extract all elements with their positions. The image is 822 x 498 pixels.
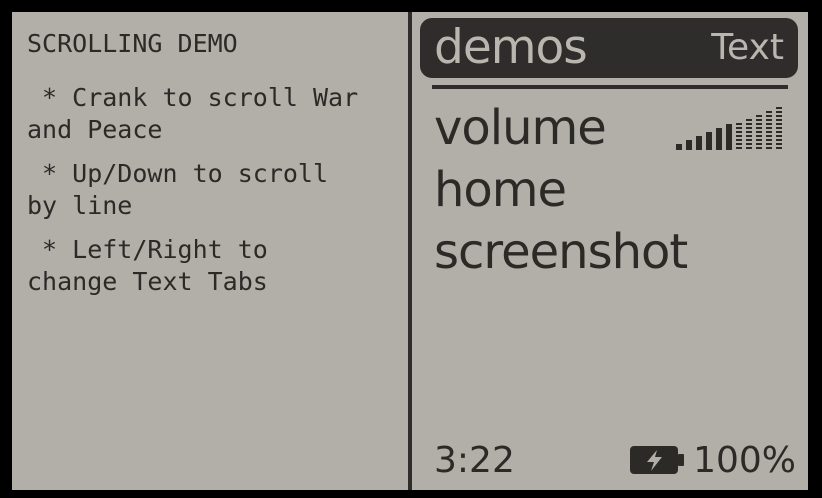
volume-bar-empty (756, 115, 762, 149)
volume-bar-filled (686, 140, 692, 150)
battery-percent: 100% (693, 440, 796, 481)
battery-charging-icon (630, 446, 684, 474)
menu-item-home[interactable]: home (434, 160, 567, 220)
volume-bar-filled (706, 132, 712, 150)
menu-item-screenshot[interactable]: screenshot (434, 222, 688, 282)
volume-bar-filled (676, 144, 682, 150)
volume-bar-filled (726, 124, 732, 150)
demo-line: * Left/Right to (27, 235, 268, 264)
demo-title: SCROLLING DEMO (27, 29, 238, 58)
header-divider (432, 85, 788, 89)
volume-bar-empty (736, 123, 742, 149)
scrolling-demo-pane[interactable]: SCROLLING DEMO * Crank to scroll War and… (12, 12, 408, 490)
device-screen: SCROLLING DEMO * Crank to scroll War and… (12, 12, 808, 490)
volume-bar-empty (766, 111, 772, 149)
volume-bar-empty (746, 119, 752, 149)
menu-header-title: demos (434, 20, 588, 75)
volume-bar-filled (696, 136, 702, 150)
demo-line: by line (27, 191, 133, 220)
system-menu: demos Text volume home screenshot 3:22 1… (412, 12, 808, 490)
demo-line: change Text Tabs (27, 267, 268, 296)
demo-line: * Up/Down to scroll (27, 159, 329, 188)
volume-bar-filled (716, 128, 722, 150)
status-time: 3:22 (434, 440, 515, 481)
demo-line: and Peace (27, 115, 163, 144)
menu-item-volume[interactable]: volume (434, 98, 607, 158)
volume-bar-empty (776, 107, 782, 149)
volume-meter-icon (676, 107, 782, 150)
demo-line: * Crank to scroll War (27, 83, 359, 112)
menu-header-tab: Text (711, 27, 784, 68)
menu-header: demos Text (420, 18, 798, 78)
